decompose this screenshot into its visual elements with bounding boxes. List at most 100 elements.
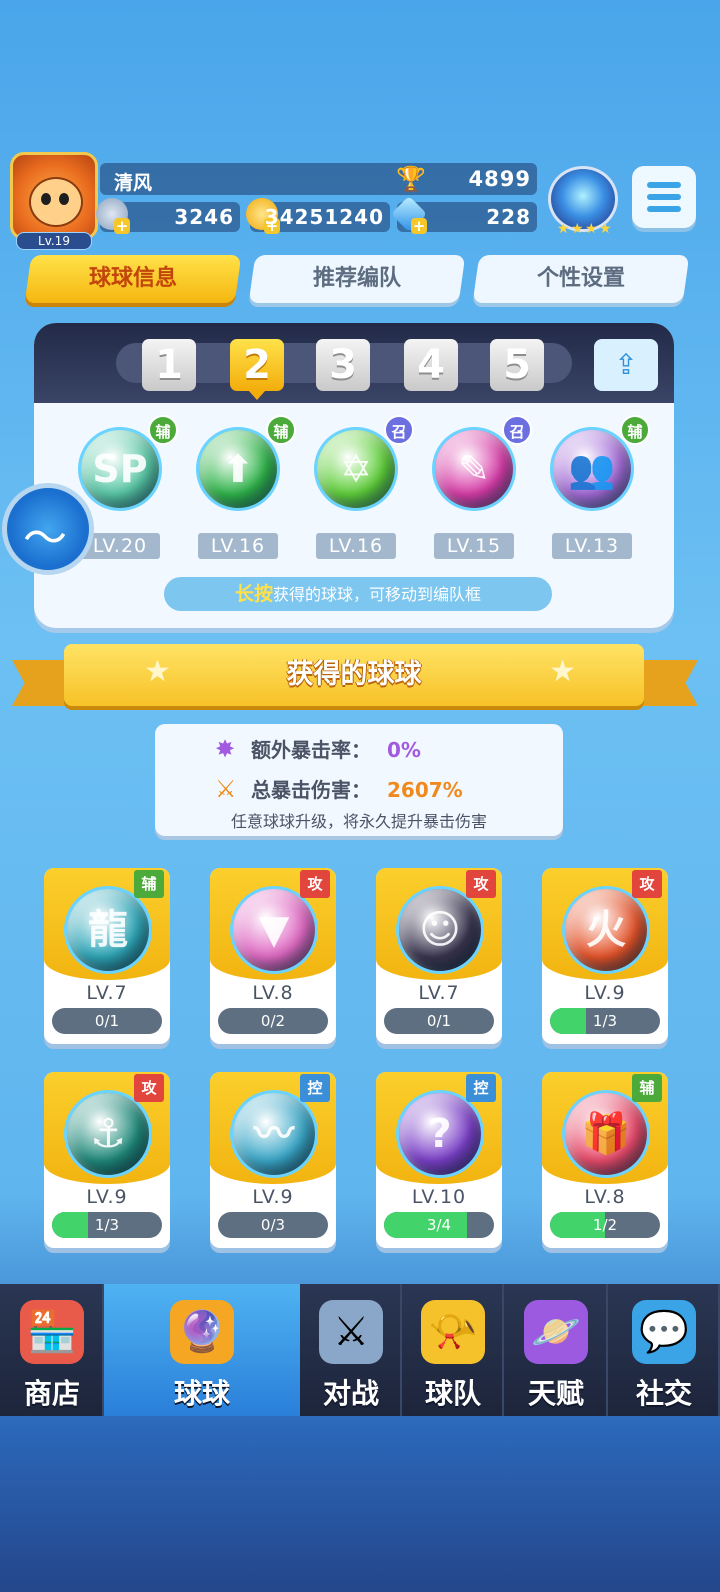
ball-emblem-icon: 🎁 — [581, 1111, 631, 1157]
team-ball-level: LV.15 — [434, 533, 514, 559]
crit-slash-icon: ⚔ — [215, 775, 237, 803]
team-slot-5[interactable]: 5 — [490, 339, 544, 391]
ball-emblem-icon: ? — [428, 1111, 452, 1157]
nav-item[interactable]: ⚔ 对战 — [300, 1284, 402, 1416]
progress-text: 1/2 — [592, 1216, 618, 1234]
ball-emblem-icon: 〰 — [254, 1111, 294, 1157]
ball-type-tag: 辅 — [266, 415, 296, 445]
shop-icon: 🏪 — [20, 1300, 84, 1364]
nav-label: 球球 — [173, 1377, 230, 1410]
ball-emblem-icon: ⚓ — [90, 1111, 126, 1157]
trophy-count: 4899 — [468, 167, 531, 191]
nav-item[interactable]: 💬 社交 — [608, 1284, 720, 1416]
owned-ball-card[interactable]: 〰控 LV.9 0/3 — [210, 1072, 336, 1248]
player-avatar[interactable] — [10, 152, 98, 240]
gems-bar[interactable]: + 228 — [390, 195, 537, 234]
extra-crit-rate-row: ✸ 额外暴击率： 0% — [215, 735, 421, 763]
ball-type-tag: 控 — [300, 1074, 330, 1102]
float-wave-button[interactable]: 〜 — [2, 483, 94, 575]
owned-ball-card[interactable]: 火攻 LV.9 1/3 — [542, 868, 668, 1044]
ball-level: LV.9 — [86, 1186, 128, 1208]
owned-ball-card[interactable]: ? 控 LV.10 3/4 — [376, 1072, 502, 1248]
currency1-value: 3246 — [174, 205, 234, 229]
nav-item[interactable]: 📯 球队 — [402, 1284, 504, 1416]
owned-ball-card[interactable]: ▼ 攻 LV.8 0/2 — [210, 868, 336, 1044]
tab-ball-info[interactable]: 球球信息 — [24, 255, 242, 303]
ball-type-tag: 召 — [502, 415, 532, 445]
owned-ball-card[interactable]: 🎁 辅 LV.8 1/2 — [542, 1072, 668, 1248]
coins-bar[interactable]: + 34251240 — [246, 198, 390, 234]
ball-level: LV.7 — [86, 982, 128, 1004]
team-ball[interactable]: 👥 辅 — [546, 415, 650, 515]
trophy-icon: 🏆 — [396, 165, 426, 193]
team-ball[interactable]: ✡ 召 — [310, 415, 414, 515]
team-slot-2[interactable]: 2 — [230, 339, 284, 400]
swords-icon: ⚔ — [319, 1300, 383, 1364]
nav-label: 球队 — [424, 1377, 481, 1410]
team-ball[interactable]: SP 辅 — [74, 415, 178, 515]
nav-label: 天赋 — [527, 1377, 584, 1410]
team-ball[interactable]: ✎ 召 — [428, 415, 532, 515]
share-icon[interactable]: ⇪ — [594, 339, 658, 391]
crit-burst-icon: ✸ — [215, 735, 236, 763]
chat-icon: 💬 — [632, 1300, 696, 1364]
menu-button[interactable] — [632, 166, 696, 228]
ball-level: LV.7 — [418, 982, 460, 1004]
add-currency1-icon[interactable]: + — [114, 218, 130, 234]
progress-text: 3/4 — [426, 1216, 452, 1234]
player-name: 清风 — [114, 172, 153, 194]
rank-emblem[interactable]: ★ ★ ★ ★ — [548, 166, 618, 237]
progress-text: 0/1 — [94, 1012, 120, 1030]
owned-ball-card[interactable]: 龍辅 LV.7 0/1 — [44, 868, 170, 1044]
whistle-icon: 📯 — [421, 1300, 485, 1364]
ball-type-tag: 攻 — [632, 870, 662, 898]
nav-label: 对战 — [322, 1377, 379, 1410]
team-ball-level: LV.16 — [198, 533, 278, 559]
star-icon: ★ — [549, 654, 576, 689]
ball-emblem-icon: 火 — [586, 907, 626, 953]
section-ribbon: ★ 获得的球球 ★ — [64, 644, 644, 706]
progress-text: 0/3 — [260, 1216, 286, 1234]
team-slot-1[interactable]: 1 — [142, 339, 196, 391]
ball-type-tag: 辅 — [632, 1074, 662, 1102]
add-gems-icon[interactable]: + — [411, 218, 427, 234]
tab-personal-settings[interactable]: 个性设置 — [472, 255, 690, 303]
currency1-bar[interactable]: + 3246 — [96, 198, 240, 234]
nav-item[interactable]: 🔮 球球 — [104, 1284, 300, 1416]
owned-ball-card[interactable]: ⚓ 攻 LV.9 1/3 — [44, 1072, 170, 1248]
ball-level: LV.8 — [252, 982, 294, 1004]
ball-type-tag: 攻 — [300, 870, 330, 898]
upgrade-progress-bar: 0/1 — [384, 1008, 494, 1034]
ball-emblem-icon: ▼ — [258, 907, 290, 953]
ball-type-tag: 辅 — [620, 415, 650, 445]
team-ball-level: LV.13 — [552, 533, 632, 559]
team-slot-4[interactable]: 4 — [404, 339, 458, 391]
ball-type-tag: 攻 — [466, 870, 496, 898]
ball-emblem-icon: ☺ — [419, 907, 461, 953]
ball-type-tag: 辅 — [134, 870, 164, 898]
coins-value: 34251240 — [264, 205, 384, 229]
team-ball[interactable]: ⬆ 辅 — [192, 415, 296, 515]
ball-type-tag: 攻 — [134, 1074, 164, 1102]
wave-icon: 〜 — [23, 513, 67, 564]
ball-level: LV.9 — [252, 1186, 294, 1208]
ball-emblem-icon: 👥 — [568, 447, 616, 491]
team-slot-3[interactable]: 3 — [316, 339, 370, 391]
nav-item[interactable]: 🪐 天赋 — [504, 1284, 608, 1416]
nav-item[interactable]: 🏪 商店 — [0, 1284, 104, 1416]
bottom-nav: 🏪 商店 🔮 球球 ⚔ 对战 📯 球队 🪐 天赋 💬 社交 — [0, 1284, 720, 1416]
crit-note: 任意球球升级，将永久提升暴击伤害 — [230, 812, 487, 831]
nav-label: 社交 — [635, 1377, 692, 1410]
tab-recommended-team[interactable]: 推荐编队 — [248, 255, 466, 303]
total-crit-damage-row: ⚔ 总暴击伤害： 2607% — [215, 775, 463, 803]
upgrade-progress-bar: 1/3 — [550, 1008, 660, 1034]
progress-text: 1/3 — [94, 1216, 120, 1234]
nav-label: 商店 — [23, 1377, 80, 1410]
team-slot-header: 1 2 3 4 5 ⇪ — [34, 323, 674, 403]
ball-emblem-icon: ✡ — [340, 447, 372, 491]
owned-ball-card[interactable]: ☺ 攻 LV.7 0/1 — [376, 868, 502, 1044]
upgrade-progress-bar: 1/3 — [52, 1212, 162, 1238]
progress-text: 1/3 — [592, 1012, 618, 1030]
upgrade-progress-bar: 0/2 — [218, 1008, 328, 1034]
player-name-bar: 清风 🏆 4899 — [100, 163, 537, 195]
